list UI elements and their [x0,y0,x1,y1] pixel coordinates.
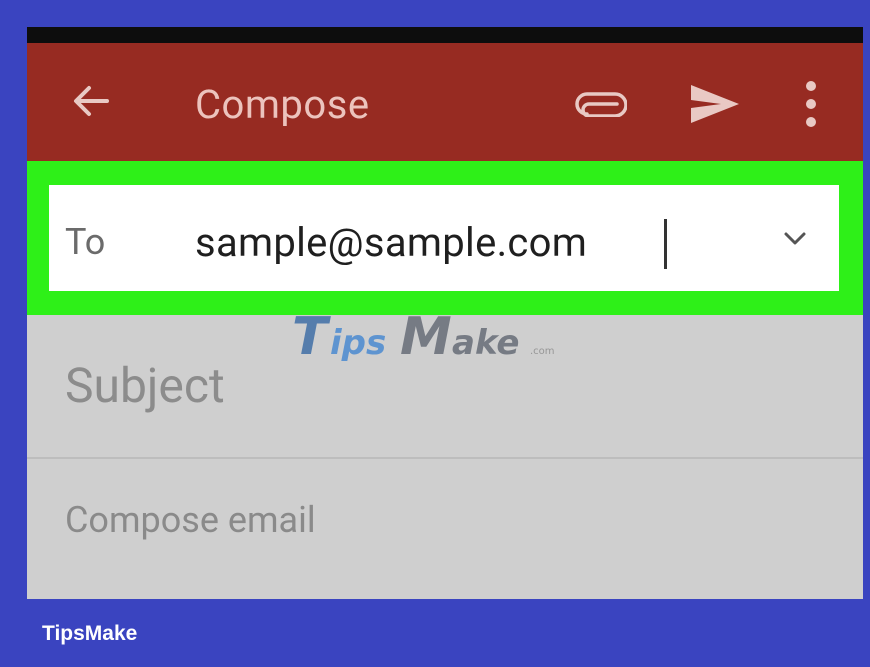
svg-text:ake: ake [452,323,519,363]
back-arrow-icon[interactable] [69,79,113,123]
more-vert-icon[interactable] [803,79,819,129]
subject-placeholder: Subject [65,357,225,414]
status-bar [27,27,863,43]
svg-text:.com: .com [530,346,555,357]
to-field[interactable]: To sample@sample.com [49,185,839,291]
chevron-down-icon[interactable] [781,229,809,249]
svg-text:M: M [400,307,452,367]
toolbar-title: Compose [195,81,370,128]
to-field-highlight: To sample@sample.com [27,161,863,315]
compose-body-field[interactable]: Compose email [27,459,863,599]
compose-body-placeholder: Compose email [65,499,316,541]
text-cursor [664,219,667,269]
paperclip-icon[interactable] [575,91,627,117]
to-input[interactable]: sample@sample.com [195,219,587,266]
send-icon[interactable] [687,77,741,131]
compose-toolbar: Compose [27,43,863,161]
brand-footer-label: TipsMake [42,622,138,645]
watermark-logo: T ips M ake .com [292,307,555,367]
svg-text:T: T [292,307,331,367]
svg-text:ips: ips [330,323,386,363]
to-label: To [65,221,106,263]
